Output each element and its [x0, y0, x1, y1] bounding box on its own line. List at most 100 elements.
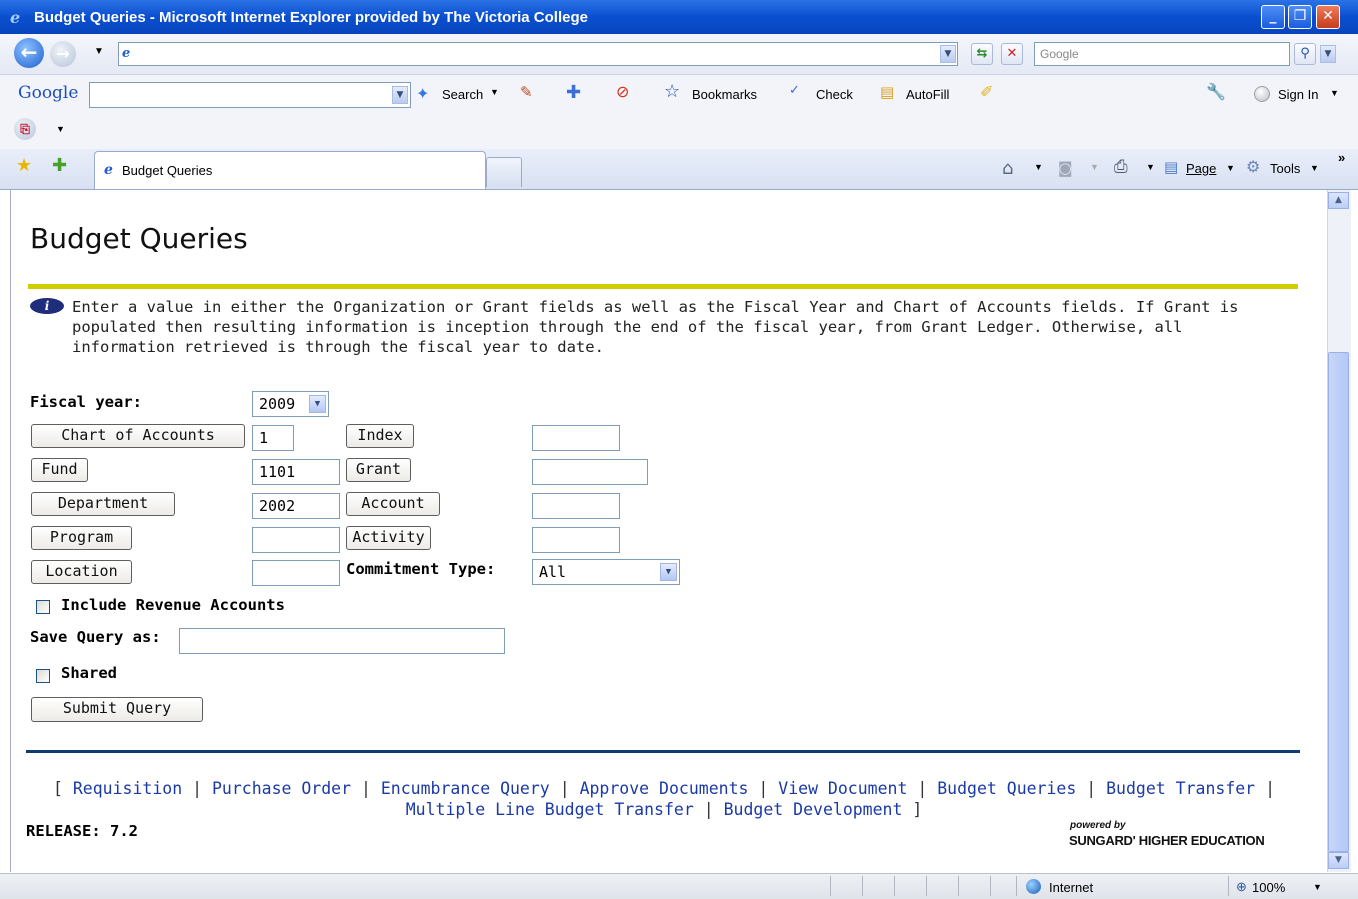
commitment-type-select[interactable]: All ▼: [532, 559, 680, 585]
print-icon[interactable]: ⎙: [1114, 157, 1128, 177]
add-favorites-icon[interactable]: ✚: [52, 155, 67, 176]
maximize-button[interactable]: ❐: [1288, 5, 1312, 29]
star-icon[interactable]: ☆: [664, 81, 680, 102]
zone-label: Internet: [1049, 880, 1094, 895]
program-input[interactable]: [252, 527, 340, 553]
address-input[interactable]: [118, 42, 958, 66]
include-revenue-checkbox[interactable]: [36, 600, 50, 614]
link-encumbrance-query[interactable]: Encumbrance Query: [381, 779, 550, 798]
home-icon[interactable]: ⌂: [1002, 158, 1013, 179]
new-tab-button[interactable]: [486, 157, 522, 187]
google-search-icon[interactable]: ✦: [416, 84, 436, 104]
program-button[interactable]: Program: [31, 526, 132, 550]
sign-in-dropdown-icon[interactable]: ▼: [1330, 88, 1339, 98]
activity-button[interactable]: Activity: [346, 526, 431, 550]
pdf-icon[interactable]: ⎘: [14, 118, 36, 140]
search-options-dropdown-icon[interactable]: ▼: [1320, 45, 1336, 63]
account-input[interactable]: [532, 493, 620, 519]
link-budget-queries[interactable]: Budget Queries: [937, 779, 1076, 798]
tools-dropdown-icon[interactable]: ▼: [1310, 163, 1319, 173]
search-dropdown-icon[interactable]: ▼: [490, 87, 499, 97]
google-search-dropdown-icon[interactable]: ▼: [392, 86, 408, 104]
link-budget-transfer[interactable]: Budget Transfer: [1106, 779, 1255, 798]
bookmarks-button[interactable]: Bookmarks: [692, 87, 757, 102]
status-divider: [862, 876, 863, 896]
link-requisition[interactable]: Requisition: [73, 779, 182, 798]
stop-icon[interactable]: ✕: [1001, 43, 1023, 65]
close-button[interactable]: ✕: [1316, 5, 1340, 29]
print-dropdown-icon[interactable]: ▼: [1146, 162, 1155, 172]
zoom-level[interactable]: 100%: [1252, 880, 1285, 895]
back-arrow-icon[interactable]: ←: [14, 38, 44, 68]
link-multiple-line-budget-transfer[interactable]: Multiple Line Budget Transfer: [406, 800, 694, 819]
chart-of-accounts-input[interactable]: 1: [252, 425, 294, 451]
tools-gear-icon[interactable]: ⚙: [1246, 157, 1260, 176]
rss-feed-icon[interactable]: ◙: [1058, 159, 1073, 177]
index-input[interactable]: [532, 425, 620, 451]
account-button[interactable]: Account: [346, 492, 440, 516]
page-dropdown-icon[interactable]: ▼: [1226, 163, 1235, 173]
grant-button[interactable]: Grant: [346, 458, 411, 482]
include-revenue-label: Include Revenue Accounts: [61, 596, 285, 614]
search-icon[interactable]: ⚲: [1294, 43, 1316, 65]
footer-navigation: [ Requisition | Purchase Order | Encumbr…: [53, 779, 1275, 819]
wrench-icon[interactable]: 🔧: [1206, 82, 1226, 101]
scroll-down-icon[interactable]: ▼: [1328, 852, 1349, 869]
page-menu[interactable]: Page: [1186, 161, 1216, 176]
fiscal-year-select[interactable]: 2009 ▼: [252, 391, 329, 417]
address-dropdown-icon[interactable]: ▼: [940, 45, 956, 63]
page-menu-icon[interactable]: ▤: [1164, 158, 1178, 176]
shared-checkbox[interactable]: [36, 669, 50, 683]
sign-in-button[interactable]: Sign In: [1278, 87, 1318, 102]
location-button[interactable]: Location: [31, 560, 132, 584]
sungard-logo: SUNGARD' HIGHER EDUCATION: [1069, 833, 1265, 848]
google-search-input[interactable]: [89, 82, 411, 108]
status-divider: [990, 876, 991, 896]
submit-query-button[interactable]: Submit Query: [31, 697, 203, 722]
forward-arrow-icon[interactable]: →: [50, 41, 76, 67]
refresh-icon[interactable]: ⇆: [971, 43, 993, 65]
google-search-button[interactable]: Search: [442, 87, 483, 102]
zoom-icon[interactable]: ⊕: [1236, 879, 1247, 895]
department-button[interactable]: Department: [31, 492, 175, 516]
status-divider: [1228, 876, 1229, 896]
minimize-button[interactable]: _: [1261, 5, 1285, 29]
google-logo[interactable]: Google: [18, 83, 78, 103]
scroll-up-icon[interactable]: ▲: [1328, 192, 1349, 209]
department-input[interactable]: 2002: [252, 493, 340, 519]
zoom-dropdown-icon[interactable]: ▼: [1313, 882, 1322, 892]
feed-dropdown-icon[interactable]: ▼: [1090, 162, 1099, 172]
chart-of-accounts-button[interactable]: Chart of Accounts: [31, 424, 245, 448]
save-query-input[interactable]: [179, 628, 505, 654]
add-icon[interactable]: ✚: [566, 82, 581, 103]
location-input[interactable]: [252, 560, 340, 586]
activity-input[interactable]: [532, 527, 620, 553]
pagerank-icon[interactable]: ✎: [520, 83, 533, 101]
grant-input[interactable]: [532, 459, 648, 485]
favorites-star-icon[interactable]: ★: [16, 155, 32, 176]
tools-menu[interactable]: Tools: [1270, 161, 1300, 176]
index-button[interactable]: Index: [346, 424, 414, 448]
link-approve-documents[interactable]: Approve Documents: [580, 779, 749, 798]
pdf-dropdown-icon[interactable]: ▼: [56, 124, 65, 134]
popup-blocker-icon[interactable]: ⊘: [616, 82, 629, 101]
fund-button[interactable]: Fund: [31, 458, 88, 482]
highlighter-icon[interactable]: ✐: [980, 82, 993, 101]
history-dropdown-icon[interactable]: ▼: [94, 46, 104, 57]
globe-icon: [1026, 879, 1041, 894]
home-dropdown-icon[interactable]: ▼: [1034, 162, 1043, 172]
check-button[interactable]: Check: [816, 87, 853, 102]
fund-input[interactable]: 1101: [252, 459, 340, 485]
sign-in-icon[interactable]: [1254, 86, 1270, 102]
powered-by-label: powered by: [1070, 820, 1126, 831]
spellcheck-icon[interactable]: ✓: [789, 83, 800, 98]
link-purchase-order[interactable]: Purchase Order: [212, 779, 351, 798]
link-view-document[interactable]: View Document: [778, 779, 907, 798]
link-budget-development[interactable]: Budget Development: [724, 800, 903, 819]
chevron-more-icon[interactable]: »: [1338, 150, 1345, 165]
autofill-button[interactable]: AutoFill: [906, 87, 949, 102]
save-query-label: Save Query as:: [30, 628, 161, 646]
page-title: Budget Queries: [30, 222, 248, 255]
scroll-thumb[interactable]: [1328, 352, 1349, 852]
autofill-icon[interactable]: ▤: [880, 83, 894, 101]
